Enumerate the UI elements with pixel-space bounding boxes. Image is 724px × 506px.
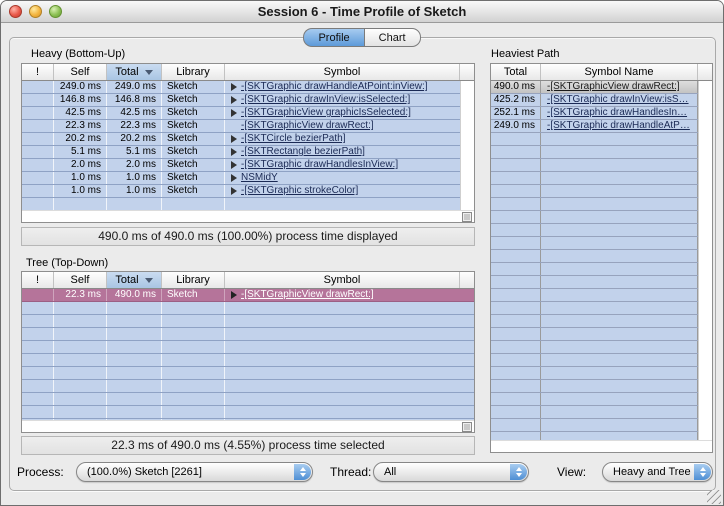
- tree-status-text: 22.3 ms of 490.0 ms (4.55%) process time…: [21, 436, 475, 455]
- sort-descending-icon: [145, 70, 153, 75]
- symbol-link[interactable]: -[SKTGraphic strokeColor]: [241, 185, 358, 197]
- disclosure-triangle-icon[interactable]: [231, 291, 237, 299]
- column-header-symbol[interactable]: Symbol: [225, 272, 460, 288]
- scroll-corner-box: [462, 212, 472, 222]
- disclosure-triangle-icon[interactable]: [231, 135, 237, 143]
- disclosure-triangle-icon[interactable]: [231, 83, 237, 91]
- table-row[interactable]: 20.2 ms20.2 msSketch-[SKTCircle bezierPa…: [22, 133, 460, 146]
- table-row[interactable]: 1.0 ms1.0 msSketch-[SKTGraphic strokeCol…: [22, 185, 460, 198]
- heaviest-path-header: Total Symbol Name: [491, 64, 712, 81]
- symbol-link[interactable]: -[SKTGraphicView graphicIsSelected:]: [241, 107, 411, 119]
- symbol-link[interactable]: -[SKTGraphicView drawRect:]: [547, 81, 680, 92]
- disclosure-triangle-icon[interactable]: [231, 187, 237, 195]
- empty-rows: [22, 198, 474, 210]
- view-label: View:: [557, 465, 586, 479]
- vertical-scrollbar[interactable]: [698, 81, 712, 440]
- symbol-link[interactable]: -[SKTGraphicView drawRect:]: [241, 120, 374, 132]
- symbol-link[interactable]: -[SKTCircle bezierPath]: [241, 133, 345, 145]
- horizontal-scrollbar[interactable]: [22, 210, 474, 222]
- view-popup[interactable]: Heavy and Tree: [602, 462, 713, 482]
- table-row[interactable]: 1.0 ms1.0 msSketchNSMidY: [22, 172, 460, 185]
- symbol-link[interactable]: -[SKTGraphic drawHandleAtP…: [547, 120, 690, 131]
- table-row[interactable]: 42.5 ms42.5 msSketch-[SKTGraphicView gra…: [22, 107, 460, 120]
- column-header-self[interactable]: Self: [54, 64, 107, 80]
- table-row[interactable]: 249.0 ms-[SKTGraphic drawHandleAtP…: [491, 120, 698, 133]
- horizontal-scrollbar[interactable]: [491, 440, 712, 452]
- horizontal-scrollbar[interactable]: [22, 420, 474, 432]
- symbol-link[interactable]: -[SKTGraphic drawHandleAtPoint:inView:]: [241, 81, 428, 93]
- symbol-link[interactable]: -[SKTGraphic drawHandlesIn…: [547, 107, 687, 118]
- symbol-link[interactable]: -[SKTRectangle bezierPath]: [241, 146, 365, 158]
- popup-arrows-icon: [510, 464, 527, 480]
- column-header-total[interactable]: Total: [491, 64, 541, 80]
- heavy-section-label: Heavy (Bottom-Up): [31, 48, 125, 60]
- table-row[interactable]: 252.1 ms-[SKTGraphic drawHandlesIn…: [491, 107, 698, 120]
- popup-arrows-icon: [294, 464, 311, 480]
- symbol-link[interactable]: -[SKTGraphic drawInView:isS…: [547, 94, 689, 105]
- process-label: Process:: [17, 465, 64, 479]
- popup-arrows-icon: [694, 464, 711, 480]
- table-row[interactable]: 249.0 ms249.0 msSketch-[SKTGraphic drawH…: [22, 81, 460, 94]
- sort-descending-icon: [145, 278, 153, 283]
- heavy-table-header: ! Self Total Library Symbol: [22, 64, 474, 81]
- table-row[interactable]: 146.8 ms146.8 msSketch-[SKTGraphic drawI…: [22, 94, 460, 107]
- empty-rows: [491, 133, 712, 440]
- column-header-total[interactable]: Total: [107, 272, 162, 288]
- table-row[interactable]: 2.0 ms2.0 msSketch-[SKTGraphic drawHandl…: [22, 159, 460, 172]
- tree-table-header: ! Self Total Library Symbol: [22, 272, 474, 289]
- profiler-window: Session 6 - Time Profile of Sketch Profi…: [0, 0, 724, 506]
- tab-chart[interactable]: Chart: [364, 28, 421, 47]
- window-resize-grip[interactable]: [707, 490, 721, 504]
- tab-profile[interactable]: Profile: [303, 28, 363, 47]
- scroll-corner-box: [462, 422, 472, 432]
- disclosure-triangle-icon[interactable]: [231, 174, 237, 182]
- disclosure-triangle-icon[interactable]: [231, 96, 237, 104]
- heavy-status-text: 490.0 ms of 490.0 ms (100.00%) process t…: [21, 227, 475, 246]
- disclosure-triangle-icon[interactable]: [231, 161, 237, 169]
- table-row-selected[interactable]: 22.3 ms490.0 msSketch-[SKTGraphicView dr…: [22, 289, 474, 302]
- symbol-link[interactable]: -[SKTGraphicView drawRect:]: [241, 289, 374, 301]
- tree-section-label: Tree (Top-Down): [26, 257, 108, 269]
- process-popup[interactable]: (100.0%) Sketch [2261]: [76, 462, 313, 482]
- table-row-selected[interactable]: 490.0 ms-[SKTGraphicView drawRect:]: [491, 81, 698, 94]
- tab-bar: Profile Chart: [1, 28, 723, 47]
- column-header-total[interactable]: Total: [107, 64, 162, 80]
- column-header-bang[interactable]: !: [22, 272, 54, 288]
- tree-table: ! Self Total Library Symbol 22.3 ms490.0…: [21, 271, 475, 433]
- vertical-scrollbar[interactable]: [460, 81, 474, 210]
- column-header-self[interactable]: Self: [54, 272, 107, 288]
- heavy-table: ! Self Total Library Symbol 249.0 ms249.…: [21, 63, 475, 223]
- table-row[interactable]: 22.3 ms22.3 msSketch-[SKTGraphicView dra…: [22, 120, 460, 133]
- symbol-link[interactable]: -[SKTGraphic drawHandlesInView:]: [241, 159, 398, 171]
- column-header-library[interactable]: Library: [162, 64, 225, 80]
- heaviest-path-label: Heaviest Path: [491, 48, 559, 60]
- table-row[interactable]: 5.1 ms5.1 msSketch-[SKTRectangle bezierP…: [22, 146, 460, 159]
- column-header-bang[interactable]: !: [22, 64, 54, 80]
- column-header-symbol[interactable]: Symbol: [225, 64, 460, 80]
- disclosure-triangle-icon[interactable]: [231, 109, 237, 117]
- table-row[interactable]: 425.2 ms-[SKTGraphic drawInView:isS…: [491, 94, 698, 107]
- thread-label: Thread:: [330, 465, 371, 479]
- thread-popup[interactable]: All: [373, 462, 529, 482]
- titlebar[interactable]: Session 6 - Time Profile of Sketch: [1, 1, 723, 23]
- symbol-link[interactable]: -[SKTGraphic drawInView:isSelected:]: [241, 94, 410, 106]
- window-title: Session 6 - Time Profile of Sketch: [1, 4, 723, 19]
- column-header-symbol-name[interactable]: Symbol Name: [541, 64, 698, 80]
- heaviest-path-table: Total Symbol Name 490.0 ms-[SKTGraphicVi…: [490, 63, 713, 453]
- symbol-link[interactable]: NSMidY: [241, 172, 278, 184]
- column-header-library[interactable]: Library: [162, 272, 225, 288]
- disclosure-triangle-icon[interactable]: [231, 148, 237, 156]
- empty-rows: [22, 302, 474, 420]
